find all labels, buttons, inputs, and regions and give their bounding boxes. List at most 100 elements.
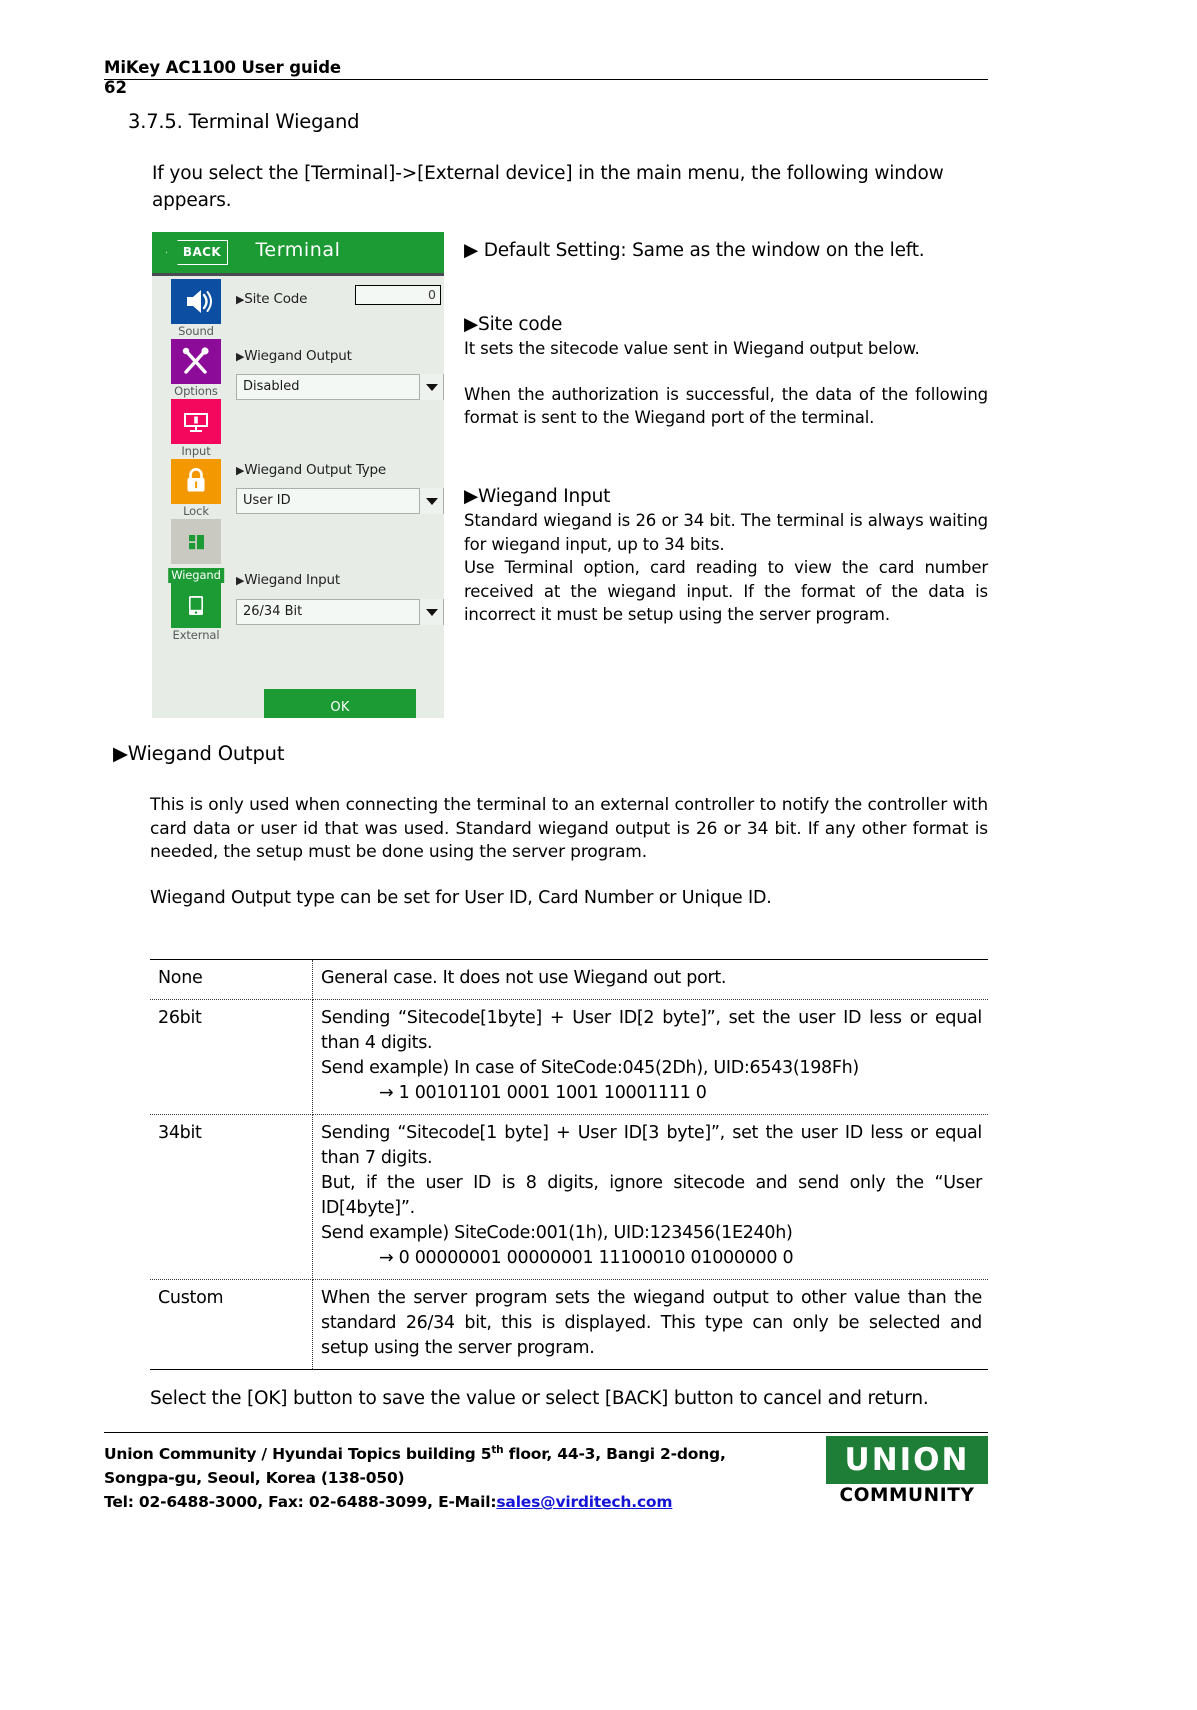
table-cell-line: Send example) In case of SiteCode:045(2D… <box>321 1058 859 1078</box>
rail-item-lock[interactable]: Lock <box>162 459 230 519</box>
rail-label-options: Options <box>174 384 218 398</box>
sound-tile <box>171 279 221 324</box>
footer-line-1a: Union Community / Hyundai Topics buildin… <box>104 1445 492 1464</box>
footer-contact: Tel: 02-6488-3000, Fax: 02-6488-3099, E-… <box>104 1493 497 1512</box>
table-cell-description: When the server program sets the wiegand… <box>313 1280 989 1370</box>
table-cell-type: 34bit <box>150 1114 313 1280</box>
logo-wordmark: COMMUNITY <box>839 1485 975 1506</box>
table-cell-line: Sending “Sitecode[1byte] + User ID[2 byt… <box>321 1008 982 1053</box>
default-setting-line: ▶ Default Setting: Same as the window on… <box>464 240 925 261</box>
wiegand-input-note-body2: Use Terminal option, card reading to vie… <box>464 558 988 624</box>
device-title: Terminal <box>255 239 341 261</box>
rail-label-lock: Lock <box>183 504 209 518</box>
rail-item-options[interactable]: Options <box>162 339 230 399</box>
footer-rule <box>104 1432 988 1433</box>
wiegand-output-type-table: None General case. It does not use Wiegan… <box>150 959 988 1370</box>
wiegand-icon <box>189 535 204 550</box>
wiegand-input-note: ▶Wiegand Input Standard wiegand is 26 or… <box>464 486 988 627</box>
site-code-label: ▶Site Code <box>236 291 308 307</box>
union-community-logo: UNION COMMUNITY <box>826 1436 988 1508</box>
site-code-input[interactable]: 0 <box>355 285 441 305</box>
table-cell-line: General case. It does not use Wiegand ou… <box>321 968 727 988</box>
wiegand-output-paragraph-1: This is only used when connecting the te… <box>150 795 988 862</box>
rail-item-sound[interactable]: Sound <box>162 279 230 339</box>
wiegand-output-type-label: ▶Wiegand Output Type <box>236 462 387 478</box>
footer-line-1b: floor, 44-3, Bangi 2-dong, <box>503 1445 726 1464</box>
closing-note: Select the [OK] button to save the value… <box>150 1388 929 1409</box>
page-header: MiKey AC1100 User guide 62 <box>104 58 988 97</box>
rail-label-wiegand: Wiegand <box>168 568 224 583</box>
rail-item-input[interactable]: Input <box>162 399 230 459</box>
table-row: None General case. It does not use Wiegan… <box>150 959 988 1000</box>
rail-label-sound: Sound <box>178 324 214 338</box>
footer-line-2: Songpa-gu, Seoul, Korea (138-050) <box>104 1469 405 1488</box>
wiegand-output-heading: ▶Wiegand Output <box>113 742 285 765</box>
footer-address: Union Community / Hyundai Topics buildin… <box>104 1438 824 1514</box>
table-row: 34bit Sending “Sitecode[1 byte] + User ID… <box>150 1114 988 1280</box>
logo-mark: UNION <box>826 1436 988 1484</box>
table-cell-line: → 0 00000001 00000001 11100010 01000000 … <box>379 1248 794 1268</box>
wiegand-input-select[interactable]: 26/34 Bit <box>236 599 444 625</box>
rail-label-input: Input <box>181 444 211 458</box>
ok-button[interactable]: OK <box>264 689 416 718</box>
table-row: 26bit Sending “Sitecode[1byte] + User ID[… <box>150 999 988 1115</box>
table-cell-line: Send example) SiteCode:001(1h), UID:1234… <box>321 1223 793 1243</box>
rail-label-external: External <box>172 628 220 642</box>
keypad-icon <box>184 413 208 432</box>
section-heading: 3.7.5. Terminal Wiegand <box>128 110 360 133</box>
right-column: ▶ Default Setting: Same as the window on… <box>464 238 988 263</box>
section-intro: If you select the [Terminal]->[External … <box>152 163 944 211</box>
footer-email-link[interactable]: sales@virditech.com <box>496 1493 672 1511</box>
table-cell-type: None <box>150 959 313 1000</box>
device-form: ▶Site Code 0 ▶Wiegand Output Disabled ▶W… <box>236 279 444 718</box>
wiegand-output-value: Disabled <box>243 379 300 394</box>
table-cell-line: Sending “Sitecode[1 byte] + User ID[3 by… <box>321 1123 982 1168</box>
table-cell-description: Sending “Sitecode[1byte] + User ID[2 byt… <box>312 999 988 1115</box>
table-cell-type: 26bit <box>150 999 313 1115</box>
table-cell-description: Sending “Sitecode[1 byte] + User ID[3 by… <box>312 1114 988 1280</box>
chevron-down-icon[interactable] <box>419 599 443 625</box>
site-code-row: ▶Site Code 0 <box>236 285 442 307</box>
lock-tile <box>171 459 221 504</box>
wiegand-output-select[interactable]: Disabled <box>236 374 444 400</box>
table-row: Custom When the server program sets the w… <box>150 1279 989 1370</box>
wiegand-input-note-body1: Standard wiegand is 26 or 34 bit. The te… <box>464 511 988 554</box>
chevron-down-icon[interactable] <box>419 374 443 400</box>
document-page: MiKey AC1100 User guide 62 3.7.5. Termin… <box>0 0 1197 1710</box>
padlock-icon <box>187 468 205 492</box>
device-title-bar: BACK Terminal <box>152 232 444 276</box>
page-number: 62 <box>104 78 127 97</box>
device-icon-rail: Sound Options Input Lock Wiegand Externa… <box>162 279 230 718</box>
table-cell-line: When the server program sets the wiegand… <box>321 1288 982 1358</box>
device-screenshot: BACK Terminal Sound Options Input Lock W… <box>152 232 444 718</box>
table-cell-line: But, if the user ID is 8 digits, ignore … <box>321 1173 982 1218</box>
table-cell-type: Custom <box>150 1279 313 1370</box>
table-cell-line: → 1 00101101 0001 1001 10001111 0 <box>379 1083 707 1103</box>
wiegand-input-value: 26/34 Bit <box>243 604 303 619</box>
footer-line-3: Tel: 02-6488-3000, Fax: 02-6488-3099, E-… <box>104 1490 824 1514</box>
site-code-note-heading: ▶Site code <box>464 314 563 335</box>
options-tile <box>171 339 221 384</box>
site-code-note-body: It sets the sitecode value sent in Wiega… <box>464 339 920 358</box>
rail-item-external[interactable]: External <box>162 583 230 643</box>
footer-line-1: Union Community / Hyundai Topics buildin… <box>104 1438 824 1466</box>
wiegand-output-type-select[interactable]: User ID <box>236 488 444 514</box>
external-tile <box>171 583 221 628</box>
speaker-icon <box>187 290 212 313</box>
header-title: MiKey AC1100 User guide <box>104 58 342 77</box>
chevron-down-icon[interactable] <box>419 488 443 514</box>
input-tile <box>171 399 221 444</box>
wiegand-output-type-value: User ID <box>243 493 291 508</box>
terminal-icon <box>189 596 203 615</box>
wiegand-output-paragraph-2: Wiegand Output type can be set for User … <box>150 888 772 908</box>
wiegand-output-label: ▶Wiegand Output <box>236 348 352 364</box>
table-cell-description: General case. It does not use Wiegand ou… <box>312 959 988 1000</box>
wiegand-tile <box>171 519 221 564</box>
site-code-note-body2: When the authorization is successful, th… <box>464 384 988 428</box>
wrench-icon <box>182 347 209 374</box>
wiegand-input-label: ▶Wiegand Input <box>236 572 340 588</box>
rail-item-wiegand[interactable]: Wiegand <box>162 519 230 583</box>
footer-ordinal-suffix: th <box>491 1444 504 1456</box>
wiegand-input-note-heading: ▶Wiegand Input <box>464 486 611 507</box>
site-code-note: ▶Site code It sets the sitecode value se… <box>464 314 988 430</box>
